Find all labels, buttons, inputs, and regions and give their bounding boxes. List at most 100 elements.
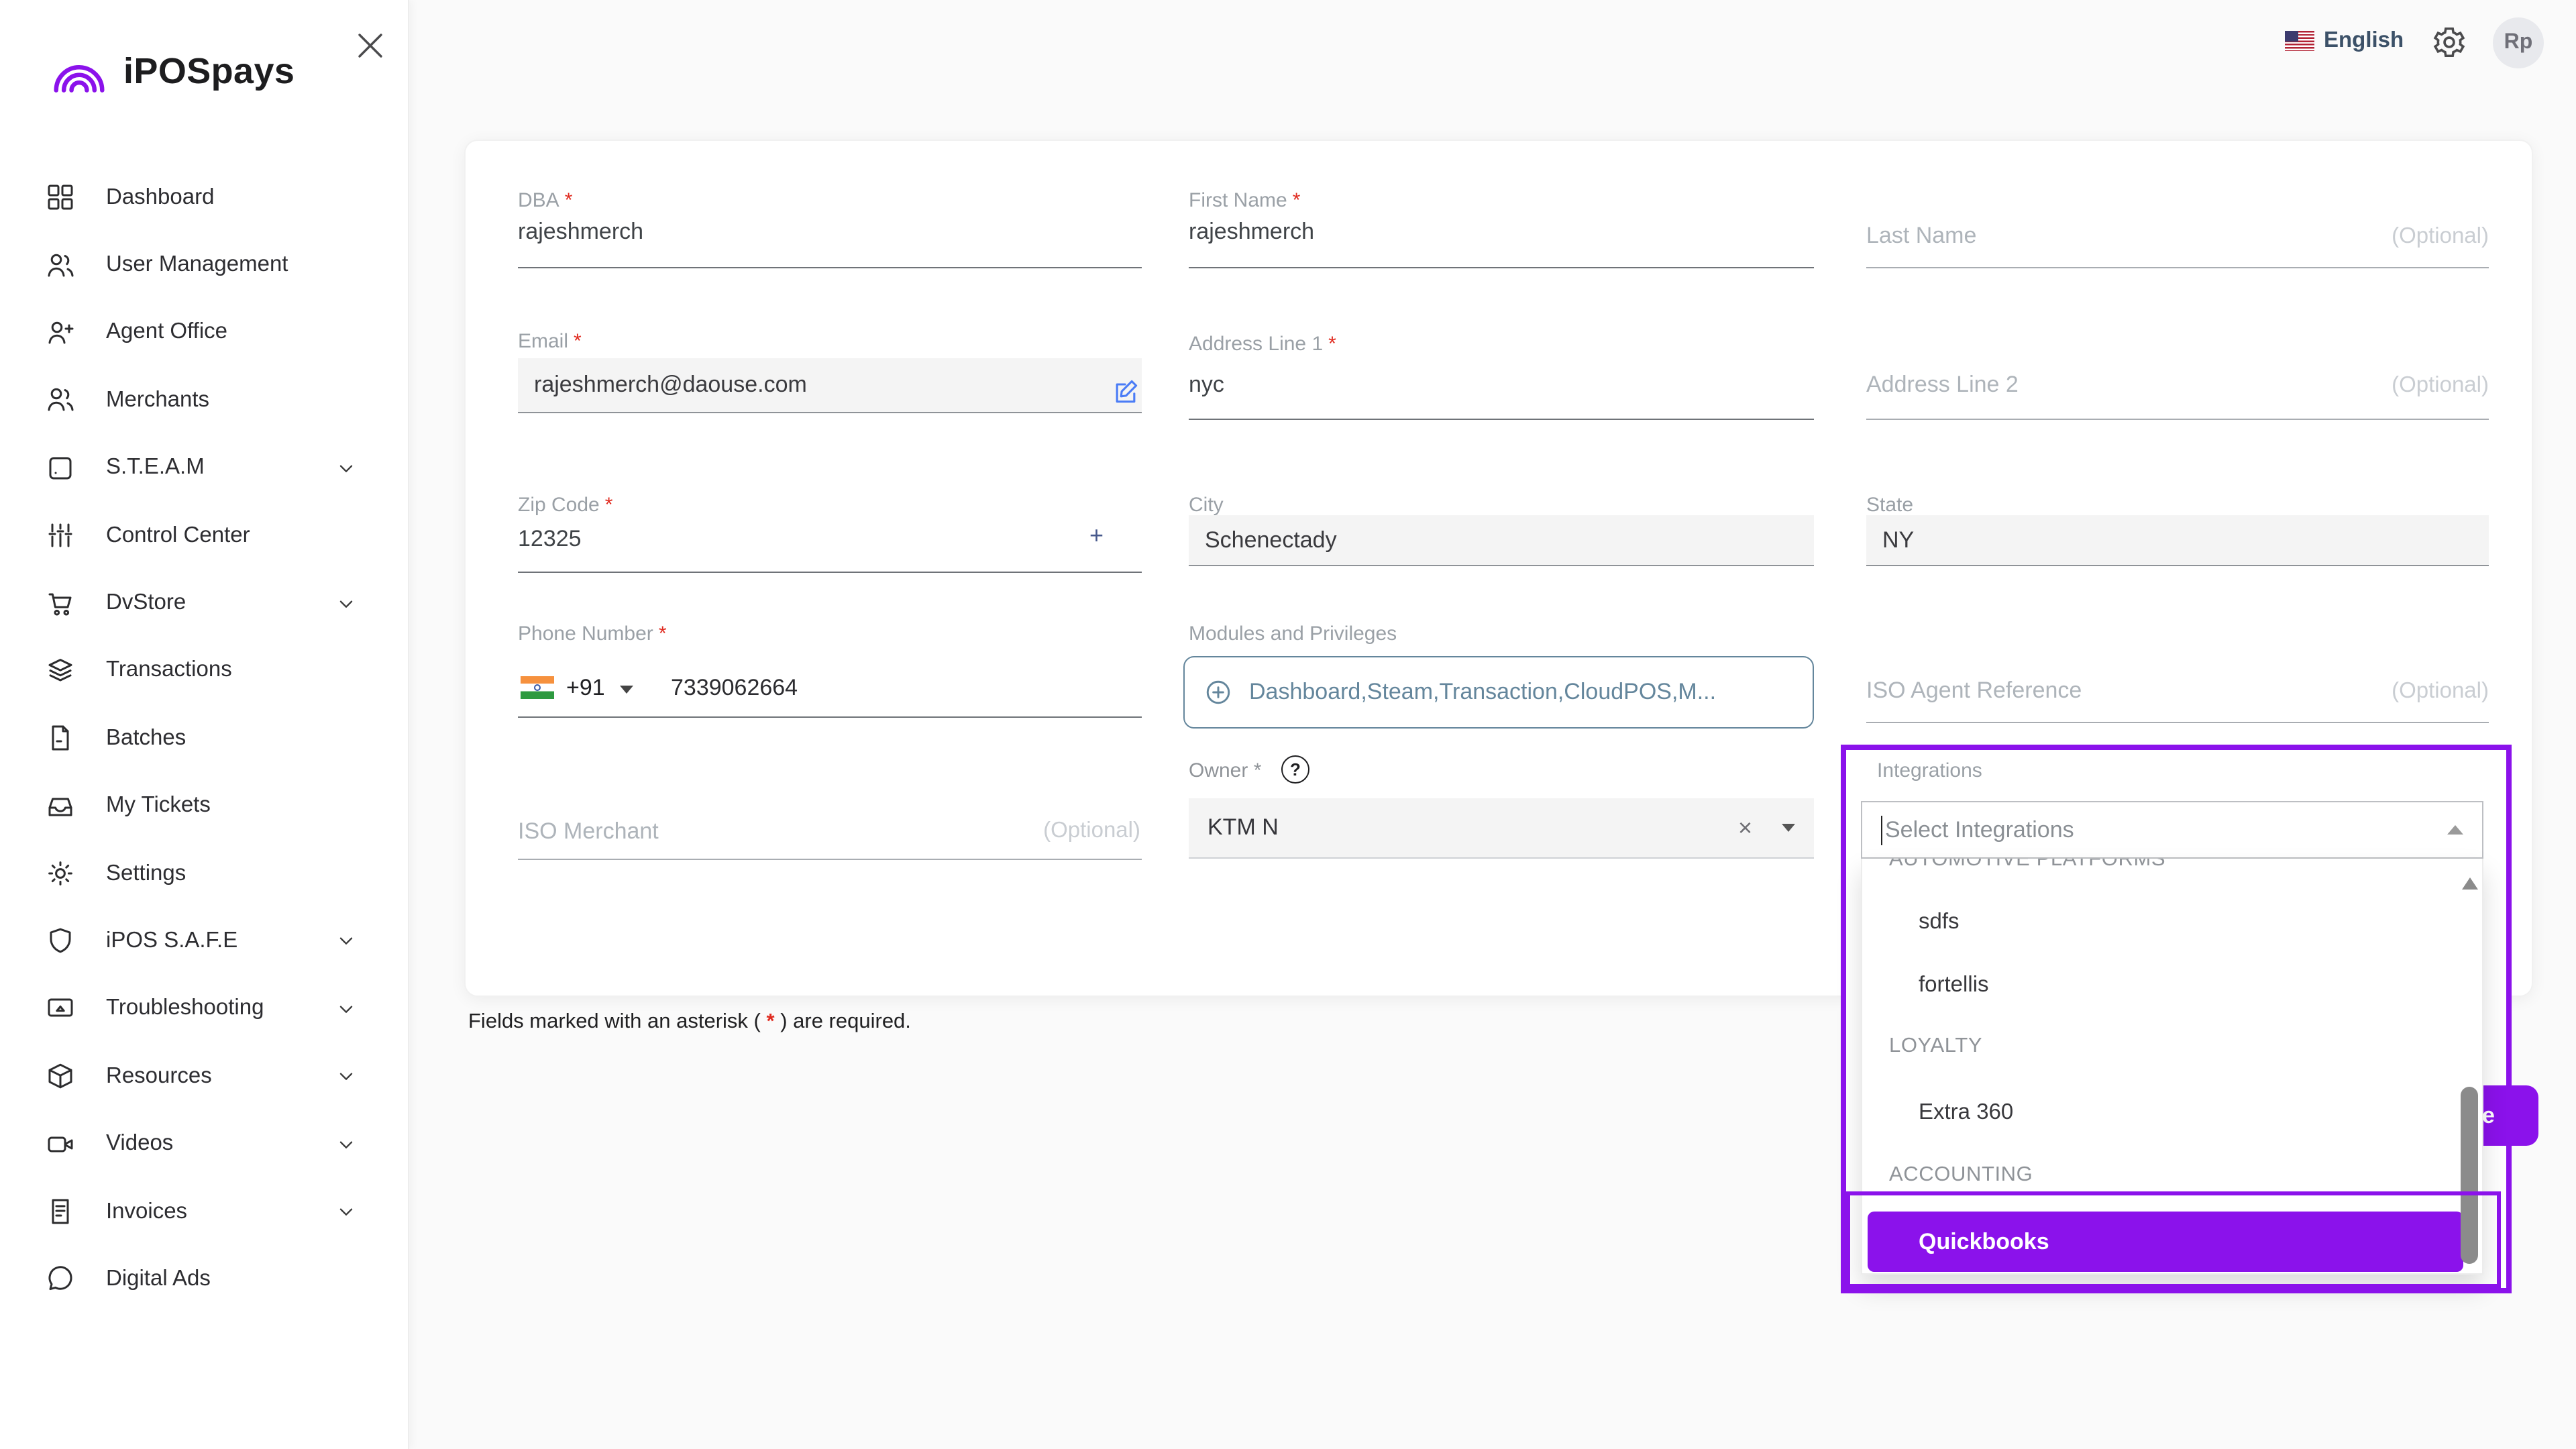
first-name-label: First Name*	[1189, 189, 1300, 212]
brand-name: iPOSpays	[123, 50, 294, 92]
sidebar-item-merchants[interactable]: Merchants	[0, 366, 408, 434]
sidebar-item-agent-office[interactable]: Agent Office	[0, 299, 408, 367]
sidebar-item-transactions[interactable]: Transactions	[0, 637, 408, 704]
chevron-down-icon	[335, 1133, 357, 1155]
zip-underline	[518, 572, 1142, 573]
sidebar-item-invoices[interactable]: Invoices	[0, 1178, 408, 1246]
sidebar-item-label: Control Center	[106, 523, 250, 548]
phone-country-code[interactable]: +91	[566, 675, 605, 702]
phone-code-caret-icon[interactable]	[620, 686, 633, 694]
gear-icon	[44, 857, 76, 890]
address2-placeholder[interactable]: Address Line 2	[1866, 372, 2019, 398]
integrations-dropdown-list: AUTOMOTIVE PLATFORMS sdfs fortellis LOYA…	[1861, 859, 2483, 1275]
dba-value[interactable]: rajeshmerch	[518, 219, 643, 246]
sliders-icon	[44, 519, 76, 551]
sidebar-item-digital-ads[interactable]: Digital Ads	[0, 1246, 408, 1313]
integration-option-quickbooks[interactable]: Quickbooks	[1868, 1212, 2463, 1272]
address2-optional: (Optional)	[2288, 373, 2489, 398]
sidebar-item-label: Troubleshooting	[106, 996, 264, 1022]
address1-label: Address Line 1*	[1189, 333, 1336, 356]
sidebar-item-label: DvStore	[106, 590, 186, 616]
owner-help-icon[interactable]: ?	[1281, 755, 1309, 784]
sidebar-item-label: Dashboard	[106, 184, 214, 210]
owner-select[interactable]: KTM N ×	[1189, 798, 1814, 859]
avatar[interactable]: Rp	[2493, 17, 2544, 68]
state-field[interactable]: NY	[1866, 515, 2489, 566]
sidebar-item-my-tickets[interactable]: My Tickets	[0, 772, 408, 840]
sidebar-item-resources[interactable]: Resources	[0, 1042, 408, 1110]
owner-caret-icon[interactable]	[1782, 824, 1795, 832]
address1-value[interactable]: nyc	[1189, 372, 1224, 398]
integration-option-sdfs[interactable]: sdfs	[1919, 910, 1960, 935]
sidebar-item-troubleshooting[interactable]: Troubleshooting	[0, 975, 408, 1042]
edit-email-icon[interactable]	[1111, 377, 1140, 407]
sidebar-item-batches[interactable]: Batches	[0, 704, 408, 772]
language-selector[interactable]: English	[2324, 28, 2404, 54]
sidebar-item-label: Transactions	[106, 658, 232, 684]
video-camera-icon	[44, 1128, 76, 1160]
zip-value[interactable]: 12325	[518, 526, 582, 553]
sidebar-item-videos[interactable]: Videos	[0, 1110, 408, 1178]
iso-merchant-placeholder[interactable]: ISO Merchant	[518, 818, 659, 845]
owner-clear-icon[interactable]: ×	[1738, 814, 1752, 842]
iso-agent-optional: (Optional)	[2288, 679, 2489, 704]
integrations-search-input[interactable]	[1881, 815, 2447, 845]
sidebar-item-label: User Management	[106, 252, 288, 278]
sidebar-item-steam[interactable]: S.T.E.A.M	[0, 434, 408, 502]
integrations-label: Integrations	[1877, 759, 1982, 782]
state-label: State	[1866, 494, 1913, 517]
modules-privileges-box[interactable]: Dashboard,Steam,Transaction,CloudPOS,M..…	[1183, 656, 1814, 729]
us-flag-icon	[2285, 31, 2314, 51]
sidebar-item-ipos-safe[interactable]: iPOS S.A.F.E	[0, 908, 408, 975]
group-header-accounting: ACCOUNTING	[1889, 1163, 2033, 1187]
user-plus-icon	[44, 317, 76, 349]
scrollbar-thumb[interactable]	[2461, 1087, 2478, 1264]
users-icon	[44, 249, 76, 281]
iso-merchant-underline	[518, 859, 1142, 860]
iso-agent-placeholder[interactable]: ISO Agent Reference	[1866, 678, 2082, 704]
dba-label: DBA*	[518, 189, 572, 212]
card-icon	[44, 452, 76, 484]
sidebar-item-settings[interactable]: Settings	[0, 840, 408, 908]
sidebar-item-control-center[interactable]: Control Center	[0, 502, 408, 570]
sidebar-item-label: My Tickets	[106, 793, 211, 818]
scroll-up-icon[interactable]	[2462, 877, 2478, 890]
zip-plus-icon[interactable]: +	[1089, 522, 1104, 550]
phone-label: Phone Number*	[518, 623, 667, 645]
india-flag-icon[interactable]	[521, 676, 554, 699]
group-header-loyalty: LOYALTY	[1889, 1034, 1982, 1059]
scroll-down-icon[interactable]	[2462, 1250, 2478, 1263]
chevron-down-icon	[335, 458, 357, 479]
chat-bubble-icon	[44, 1263, 76, 1295]
cart-icon	[44, 587, 76, 619]
dashboard-grid-icon	[44, 181, 76, 213]
integrations-collapse-icon[interactable]	[2447, 825, 2463, 835]
first-name-value[interactable]: rajeshmerch	[1189, 219, 1314, 246]
integrations-select[interactable]	[1861, 801, 2483, 859]
chevron-down-icon	[335, 930, 357, 952]
email-field[interactable]: rajeshmerch@daouse.com	[518, 358, 1142, 413]
email-label: Email*	[518, 330, 582, 353]
integration-option-extra360[interactable]: Extra 360	[1919, 1100, 2013, 1126]
file-icon	[44, 722, 76, 755]
sidebar-close-icon[interactable]	[354, 30, 386, 62]
sidebar-item-user-management[interactable]: User Management	[0, 231, 408, 299]
last-name-placeholder[interactable]: Last Name	[1866, 223, 1976, 250]
dba-underline	[518, 267, 1142, 268]
sidebar-item-label: Batches	[106, 726, 186, 751]
ipospays-logo-icon	[48, 44, 110, 98]
dropdown-scrollbar[interactable]	[2461, 864, 2478, 1267]
phone-number-value[interactable]: 7339062664	[671, 675, 798, 702]
last-name-optional: (Optional)	[2288, 224, 2489, 250]
address2-underline	[1866, 419, 2489, 420]
settings-gear-icon[interactable]	[2431, 24, 2467, 60]
sidebar-nav: Dashboard User Management Agent Office M…	[0, 164, 408, 1313]
chevron-down-icon	[335, 1201, 357, 1222]
sidebar-item-dashboard[interactable]: Dashboard	[0, 164, 408, 231]
sidebar-item-dvstore[interactable]: DvStore	[0, 570, 408, 637]
brand: iPOSpays	[48, 40, 294, 102]
chevron-down-icon	[335, 998, 357, 1020]
city-field[interactable]: Schenectady	[1189, 515, 1814, 566]
box-icon	[44, 1061, 76, 1093]
integration-option-fortellis[interactable]: fortellis	[1919, 973, 1989, 998]
